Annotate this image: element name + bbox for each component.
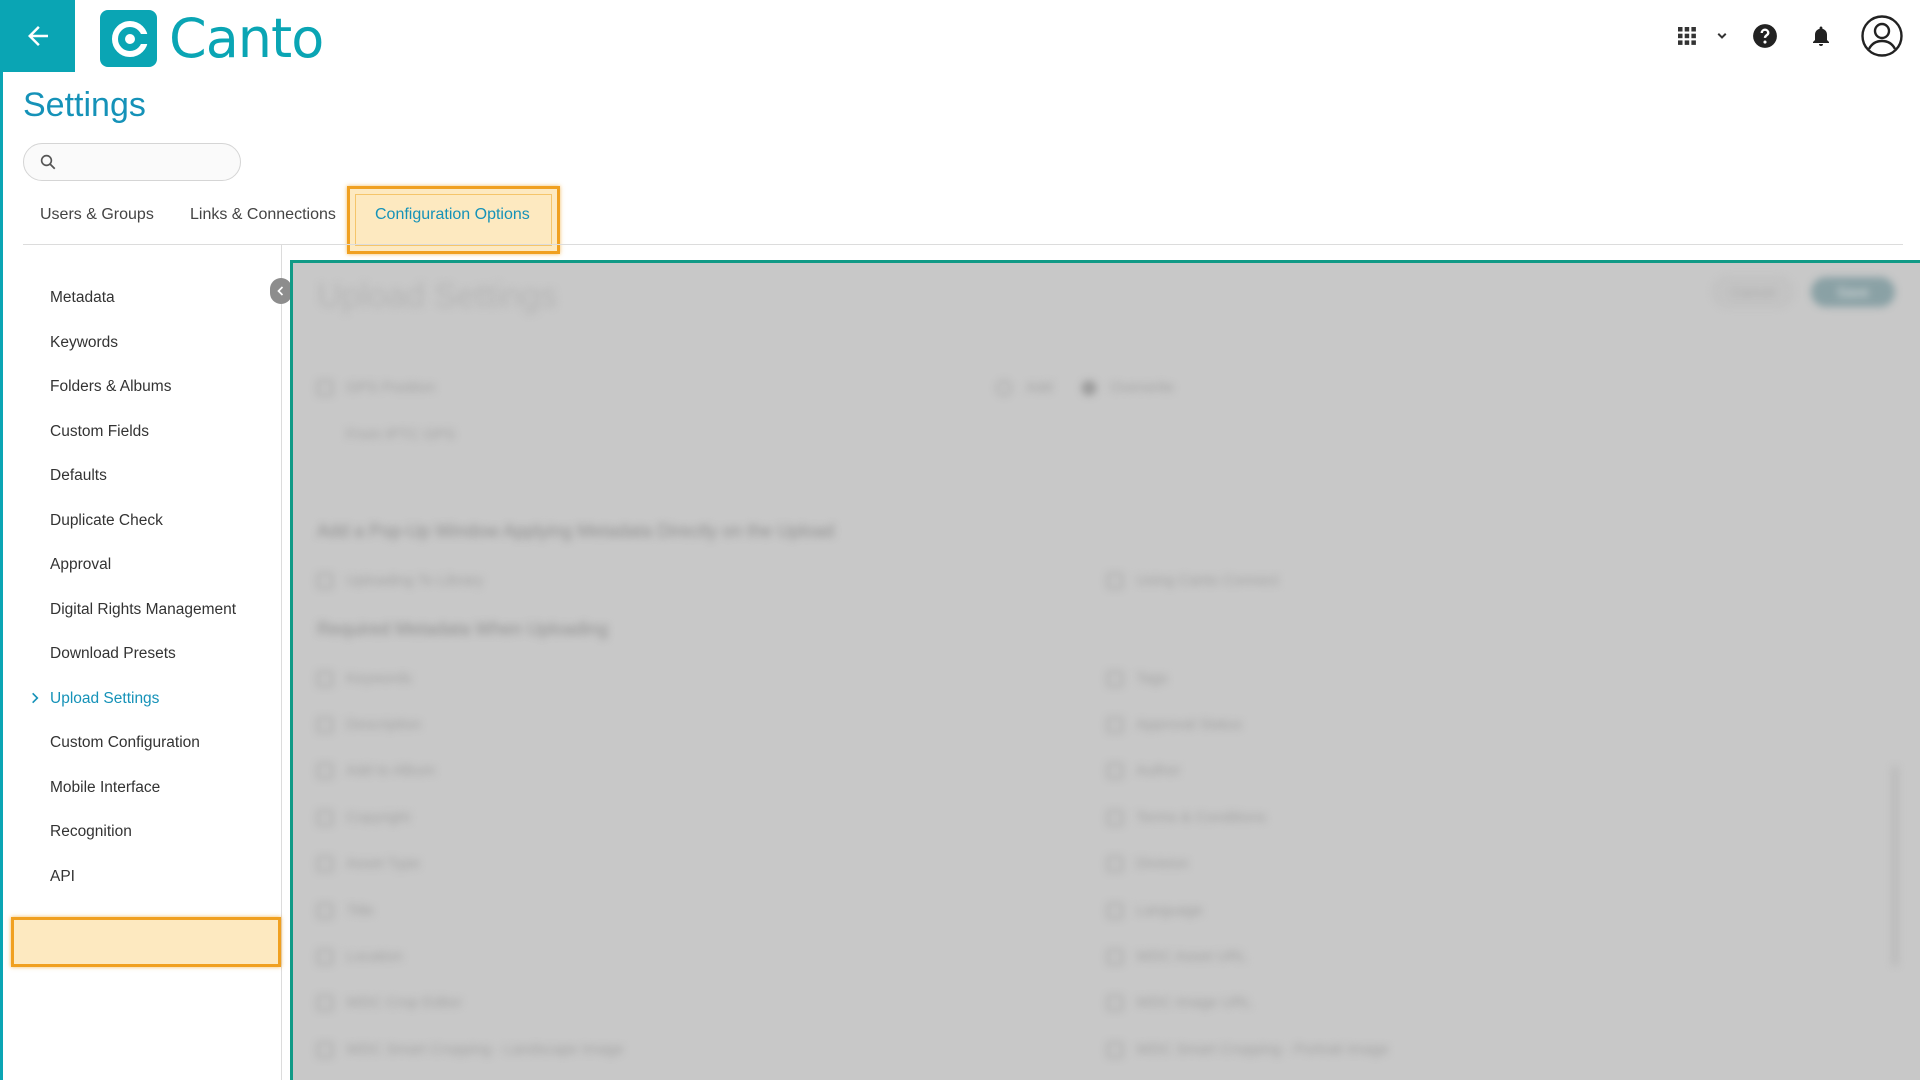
chevron-right-icon — [32, 692, 39, 704]
gps-sub-label: From IPTC GPS — [346, 426, 456, 443]
sidebar-item-upload-settings[interactable]: Upload Settings — [32, 690, 160, 708]
content-title: Upload Settings — [317, 277, 558, 315]
required-checkbox[interactable] — [317, 1042, 333, 1058]
grid-icon — [1678, 27, 1696, 45]
required-label: WDC Smart Cropping - Portrait Image — [1136, 1041, 1389, 1058]
required-checkbox[interactable] — [317, 763, 333, 779]
required-label: WDC Smart Cropping - Landscape Image — [346, 1041, 624, 1058]
settings-tabs: Users & Groups Links & Connections Confi… — [23, 185, 1903, 245]
save-button[interactable]: Save — [1811, 277, 1895, 307]
sidebar-item-mobile-interface[interactable]: Mobile Interface — [50, 779, 160, 797]
settings-sidebar: Metadata Keywords Folders & Albums Custo… — [3, 245, 282, 1080]
required-checkbox[interactable] — [1107, 1042, 1123, 1058]
logo-text: Canto — [169, 6, 324, 70]
upload-settings-panel: Upload Settings Cancel Save GPS Position… — [290, 260, 1920, 1080]
avatar-icon — [1861, 15, 1903, 57]
sidebar-highlight-box — [11, 917, 281, 967]
cancel-button[interactable]: Cancel — [1713, 277, 1793, 307]
required-label: Title — [346, 902, 374, 919]
sidebar-item-recognition[interactable]: Recognition — [50, 823, 132, 841]
add-radio[interactable] — [996, 380, 1012, 396]
required-label: Description — [346, 716, 422, 733]
canto-logo-mark — [100, 9, 157, 67]
required-heading: Required Metadata When Uploading — [317, 619, 609, 639]
content-scrollbar[interactable] — [1892, 766, 1898, 966]
required-checkbox[interactable] — [1107, 671, 1123, 687]
required-checkbox[interactable] — [317, 810, 333, 826]
sidebar-item-metadata[interactable]: Metadata — [50, 289, 115, 307]
tab-configuration-options[interactable]: Configuration Options — [375, 185, 530, 245]
search-input[interactable] — [65, 153, 235, 171]
overwrite-radio-label: Overwrite — [1110, 379, 1175, 396]
required-checkbox[interactable] — [317, 717, 333, 733]
required-checkbox[interactable] — [1107, 903, 1123, 919]
back-button[interactable] — [0, 0, 75, 72]
required-checkbox[interactable] — [317, 949, 333, 965]
sidebar-item-download-presets[interactable]: Download Presets — [50, 645, 176, 663]
required-checkbox[interactable] — [317, 671, 333, 687]
required-label: Copyright — [346, 809, 411, 826]
settings-search[interactable] — [23, 143, 241, 181]
required-label: Language — [1136, 902, 1203, 919]
required-label: WDC Crop Editor — [346, 994, 462, 1011]
popup-option-checkbox[interactable] — [317, 573, 333, 589]
gps-label: GPS Position — [346, 379, 436, 396]
required-checkbox[interactable] — [1107, 949, 1123, 965]
required-checkbox[interactable] — [1107, 995, 1123, 1011]
sidebar-item-api[interactable]: API — [50, 868, 75, 886]
required-label: Tags — [1136, 670, 1168, 687]
sidebar-item-approval[interactable]: Approval — [50, 556, 111, 574]
sidebar-item-label: Upload Settings — [50, 690, 160, 707]
required-checkbox[interactable] — [1107, 717, 1123, 733]
tab-links-connections[interactable]: Links & Connections — [190, 185, 336, 245]
sidebar-item-digital-rights-management[interactable]: Digital Rights Management — [50, 601, 236, 619]
required-checkbox[interactable] — [317, 995, 333, 1011]
required-checkbox[interactable] — [1107, 810, 1123, 826]
required-label: Keywords — [346, 670, 412, 687]
required-label: Asset Type — [346, 855, 420, 872]
sidebar-item-custom-configuration[interactable]: Custom Configuration — [50, 734, 200, 752]
sidebar-item-folders-albums[interactable]: Folders & Albums — [50, 378, 171, 396]
gps-checkbox[interactable] — [317, 380, 333, 396]
search-icon — [40, 154, 56, 170]
sidebar-collapse-button[interactable] — [270, 278, 292, 304]
user-avatar-button[interactable] — [1860, 14, 1904, 58]
sidebar-item-defaults[interactable]: Defaults — [50, 467, 107, 485]
apps-menu-button[interactable] — [1674, 16, 1734, 56]
sidebar-item-custom-fields[interactable]: Custom Fields — [50, 423, 149, 441]
page-title: Settings — [23, 86, 146, 124]
required-label: Approval Status — [1136, 716, 1242, 733]
overwrite-radio[interactable] — [1081, 380, 1097, 396]
required-label: Terms & Conditions — [1136, 809, 1267, 826]
required-checkbox[interactable] — [1107, 763, 1123, 779]
arrow-left-icon — [27, 26, 48, 46]
blurred-content: Upload Settings Cancel Save GPS Position… — [293, 263, 1920, 1080]
chevron-left-icon — [277, 286, 284, 296]
required-checkbox[interactable] — [1107, 856, 1123, 872]
required-label: Add to Album — [346, 762, 436, 779]
sidebar-item-keywords[interactable]: Keywords — [50, 334, 118, 352]
required-label: Location — [346, 948, 403, 965]
required-label: WDC Image URL — [1136, 994, 1252, 1011]
required-label: Division — [1136, 855, 1189, 872]
sidebar-item-duplicate-check[interactable]: Duplicate Check — [50, 512, 163, 530]
required-label: WDC Asset URL — [1136, 948, 1247, 965]
canto-logo[interactable]: Canto — [100, 7, 324, 70]
add-radio-label: Add — [1026, 379, 1053, 396]
required-checkbox[interactable] — [317, 903, 333, 919]
top-bar: Canto — [0, 0, 1920, 72]
popup-option-label: Using Canto Connect — [1136, 572, 1279, 589]
chevron-down-icon — [1717, 33, 1727, 39]
popup-option-checkbox[interactable] — [1107, 573, 1123, 589]
notifications-button[interactable] — [1804, 19, 1838, 53]
required-label: Author — [1136, 762, 1181, 779]
required-checkbox[interactable] — [317, 856, 333, 872]
popup-heading: Add a Pop-Up Window Applying Metadata Di… — [317, 521, 835, 541]
tab-users-groups[interactable]: Users & Groups — [40, 185, 154, 245]
popup-option-label: Uploading To Library — [346, 572, 484, 589]
help-button[interactable] — [1748, 19, 1782, 53]
help-icon — [1753, 24, 1777, 48]
bell-icon — [1813, 26, 1829, 46]
